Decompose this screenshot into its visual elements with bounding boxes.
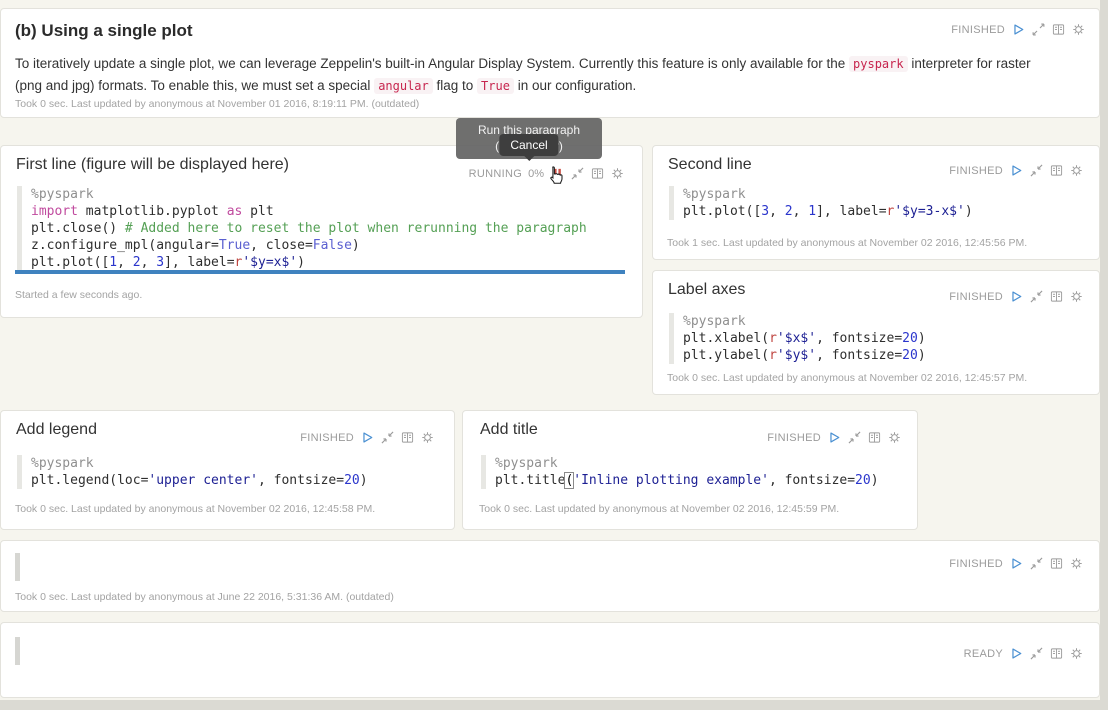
- paragraph-footer: Took 1 sec. Last updated by anonymous at…: [667, 237, 1027, 249]
- cancel-button[interactable]: Cancel: [499, 134, 558, 156]
- run-tooltip: Run this paragraph (Shift+Enter) Cancel: [456, 118, 602, 159]
- paragraph-title: Label axes: [668, 281, 745, 299]
- run-paragraph-button[interactable]: [1010, 164, 1023, 177]
- paragraph-title: Add legend: [16, 421, 97, 439]
- code-editor[interactable]: %pysparkplt.title('Inline plotting examp…: [481, 455, 879, 489]
- status-label: READY: [964, 648, 1003, 660]
- paragraph-status-row: FINISHED: [949, 557, 1083, 570]
- paragraph-label-axes: Label axes FINISHED %pysparkplt.xlabel(r…: [652, 270, 1100, 395]
- section-heading: (b) Using a single plot: [15, 21, 193, 41]
- tooltip-caret-icon: [524, 156, 534, 161]
- paragraph-settings-button[interactable]: [421, 431, 434, 444]
- cancel-button-label: Cancel: [510, 138, 547, 152]
- paragraph-footer: Took 0 sec. Last updated by anonymous at…: [15, 503, 375, 515]
- paragraph-title: Second line: [668, 156, 752, 174]
- paragraph-status-row: FINISHED: [951, 23, 1085, 36]
- compress-paragraph-button[interactable]: [1030, 290, 1043, 303]
- editor-gutter: [15, 553, 20, 581]
- section-body: To iteratively update a single plot, we …: [15, 53, 1083, 97]
- toggle-editor-button[interactable]: [401, 431, 414, 444]
- progress-percent: 0%: [528, 168, 544, 180]
- paragraph-settings-button[interactable]: [611, 167, 624, 180]
- paragraph-add-title: Add title FINISHED %pysparkplt.title('In…: [462, 410, 918, 530]
- status-label: RUNNING: [469, 168, 522, 180]
- toggle-editor-button[interactable]: [1050, 290, 1063, 303]
- paragraph-intro: FINISHED (b) Using a single plot To iter…: [0, 8, 1100, 118]
- status-label: FINISHED: [949, 291, 1003, 303]
- paragraph-footer: Started a few seconds ago.: [15, 289, 142, 301]
- compress-paragraph-button[interactable]: [1030, 647, 1043, 660]
- code-editor[interactable]: %pysparkplt.legend(loc='upper center', f…: [17, 455, 368, 489]
- editor-gutter: [15, 637, 20, 665]
- progress-bar: [15, 270, 625, 274]
- run-paragraph-button[interactable]: [1010, 290, 1023, 303]
- run-paragraph-button[interactable]: [1010, 557, 1023, 570]
- paragraph-status-row: READY: [964, 647, 1083, 660]
- paragraph-footer: Took 0 sec. Last updated by anonymous at…: [479, 503, 839, 515]
- paragraph-footer: Took 0 sec. Last updated by anonymous at…: [15, 591, 394, 603]
- expand-paragraph-button[interactable]: [1032, 23, 1045, 36]
- paragraph-status-row: FINISHED: [767, 431, 901, 444]
- toggle-editor-button[interactable]: [1050, 164, 1063, 177]
- paragraph-settings-button[interactable]: [1070, 647, 1083, 660]
- code-editor[interactable]: %pysparkplt.xlabel(r'$x$', fontsize=20)p…: [669, 313, 926, 364]
- run-paragraph-button[interactable]: [828, 431, 841, 444]
- status-label: FINISHED: [951, 24, 1005, 36]
- mouse-cursor-icon: [544, 164, 565, 192]
- toggle-editor-button[interactable]: [1050, 647, 1063, 660]
- paragraph-empty-finished: FINISHED Took 0 sec. Last updated by ano…: [0, 540, 1100, 612]
- paragraph-status-row: FINISHED: [949, 290, 1083, 303]
- status-label: FINISHED: [767, 432, 821, 444]
- status-label: FINISHED: [300, 432, 354, 444]
- paragraph-status-row: FINISHED: [949, 164, 1083, 177]
- status-label: FINISHED: [949, 165, 1003, 177]
- paragraph-title: Add title: [480, 421, 538, 439]
- toggle-editor-button[interactable]: [868, 431, 881, 444]
- paragraph-second-line: Second line FINISHED %pysparkplt.plot([3…: [652, 145, 1100, 260]
- compress-paragraph-button[interactable]: [1030, 557, 1043, 570]
- toggle-editor-button[interactable]: [1050, 557, 1063, 570]
- page-bottom-band: [0, 700, 1108, 710]
- run-paragraph-button[interactable]: [1012, 23, 1025, 36]
- compress-paragraph-button[interactable]: [1030, 164, 1043, 177]
- paragraph-settings-button[interactable]: [1070, 557, 1083, 570]
- paragraph-footer: Took 0 sec. Last updated by anonymous at…: [15, 98, 419, 110]
- run-paragraph-button[interactable]: [361, 431, 374, 444]
- paragraph-settings-button[interactable]: [888, 431, 901, 444]
- code-editor[interactable]: %pysparkplt.plot([3, 2, 1], label=r'$y=3…: [669, 186, 973, 220]
- paragraph-status-row: FINISHED: [300, 431, 434, 444]
- paragraph-footer: Took 0 sec. Last updated by anonymous at…: [667, 372, 1027, 384]
- run-paragraph-button[interactable]: [1010, 647, 1023, 660]
- paragraph-add-legend: Add legend FINISHED %pysparkplt.legend(l…: [0, 410, 455, 530]
- compress-paragraph-button[interactable]: [848, 431, 861, 444]
- status-label: FINISHED: [949, 558, 1003, 570]
- compress-paragraph-button[interactable]: [381, 431, 394, 444]
- paragraph-settings-button[interactable]: [1070, 290, 1083, 303]
- toggle-editor-button[interactable]: [1052, 23, 1065, 36]
- zeppelin-notebook: FINISHED (b) Using a single plot To iter…: [0, 0, 1108, 710]
- compress-paragraph-button[interactable]: [571, 167, 584, 180]
- paragraph-title: First line (figure will be displayed her…: [16, 156, 289, 174]
- code-editor[interactable]: %pysparkimport matplotlib.pyplot as pltp…: [17, 186, 587, 271]
- paragraph-settings-button[interactable]: [1072, 23, 1085, 36]
- paragraph-settings-button[interactable]: [1070, 164, 1083, 177]
- scrollbar-track[interactable]: [1100, 0, 1108, 710]
- toggle-editor-button[interactable]: [591, 167, 604, 180]
- paragraph-empty-ready: READY: [0, 622, 1100, 698]
